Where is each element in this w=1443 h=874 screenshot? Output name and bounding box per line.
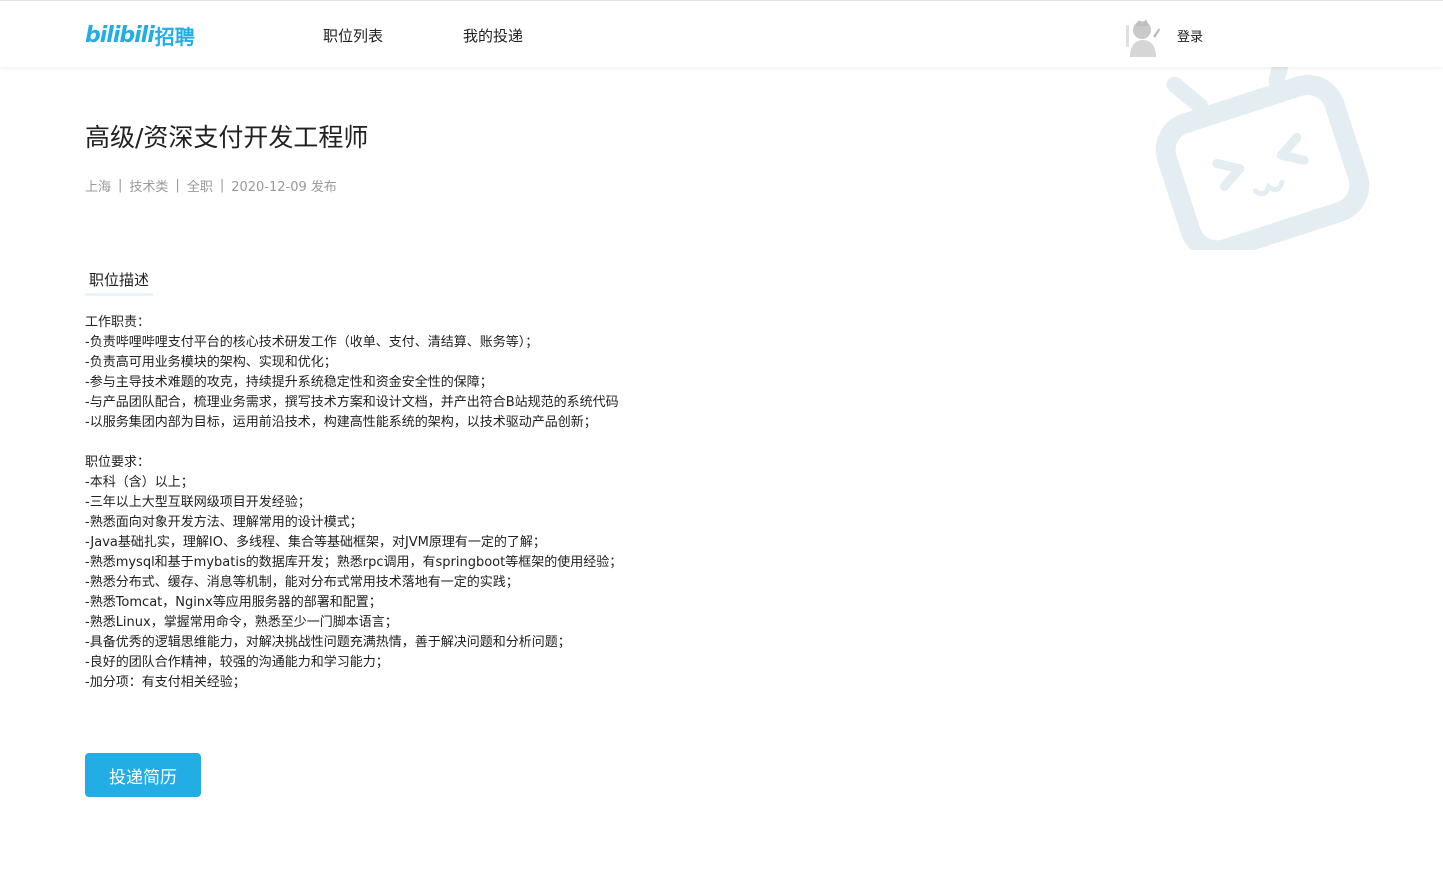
requirement-item: -Java基础扎实，理解IO、多线程、集合等基础框架，对JVM原理有一定的了解； xyxy=(85,535,546,550)
requirement-item: -良好的团队合作精神，较强的沟通能力和学习能力； xyxy=(85,655,389,670)
requirement-item: -具备优秀的逻辑思维能力，对解决挑战性问题充满热情，善于解决问题和分析问题； xyxy=(85,635,571,650)
meta-separator: | xyxy=(118,178,123,193)
responsibility-item: -负责高可用业务模块的架构、实现和优化； xyxy=(85,355,337,370)
requirement-item: -三年以上大型互联网级项目开发经验； xyxy=(85,495,311,510)
requirements-heading: 职位要求： xyxy=(85,455,151,470)
requirement-item: -熟悉分布式、缓存、消息等机制，能对分布式常用技术落地有一定的实践； xyxy=(85,575,519,590)
responsibility-item: -参与主导技术难题的攻克，持续提升系统稳定性和资金安全性的保障； xyxy=(85,375,493,390)
login-link[interactable]: 登录 xyxy=(1177,26,1203,45)
logo-suffix-text: 招聘 xyxy=(154,24,195,49)
responsibility-item: -负责哔哩哔哩支付平台的核心技术研发工作（收单、支付、清结算、账务等）； xyxy=(85,335,539,350)
nav-job-list[interactable]: 职位列表 xyxy=(323,25,383,46)
nav-my-applications[interactable]: 我的投递 xyxy=(463,25,523,46)
user-avatar-icon[interactable] xyxy=(1124,17,1162,57)
requirement-item: -熟悉面向对象开发方法、理解常用的设计模式； xyxy=(85,515,363,530)
requirement-item: -本科（含）以上； xyxy=(85,475,194,490)
job-published-date: 2020-12-09 发布 xyxy=(231,180,337,195)
submit-resume-button[interactable]: 投递简历 xyxy=(85,753,201,797)
logo-brand-text: bilibili xyxy=(85,22,155,48)
requirement-item: -加分项：有支付相关经验； xyxy=(85,675,246,690)
bilibili-recruit-logo[interactable]: bilibili 招聘 xyxy=(85,20,195,50)
meta-separator: | xyxy=(175,178,180,193)
requirement-item: -熟悉Tomcat，Nginx等应用服务器的部署和配置； xyxy=(85,595,382,610)
responsibility-item: -与产品团队配合，梳理业务需求，撰写技术方案和设计文档，并产出符合B站规范的系统… xyxy=(85,395,619,410)
job-type: 全职 xyxy=(186,180,213,195)
requirement-item: -熟悉Linux，掌握常用命令，熟悉至少一门脚本语言； xyxy=(85,615,398,630)
job-category: 技术类 xyxy=(129,180,169,195)
job-description: 工作职责： -负责哔哩哔哩支付平台的核心技术研发工作（收单、支付、清结算、账务等… xyxy=(85,313,725,693)
meta-separator: | xyxy=(219,178,225,193)
job-title: 高级/资深支付开发工程师 xyxy=(85,123,369,152)
responsibilities-heading: 工作职责： xyxy=(85,315,151,330)
requirement-item: -熟悉mysql和基于mybatis的数据库开发；熟悉rpc调用，有spring… xyxy=(85,555,623,570)
bilibili-tv-mascot-icon xyxy=(1155,50,1370,250)
job-meta: 上海 | 技术类 | 全职 | 2020-12-09 发布 xyxy=(85,176,337,195)
job-city: 上海 xyxy=(85,180,112,195)
section-title-job-description: 职位描述 xyxy=(85,266,154,296)
top-navbar: bilibili 招聘 职位列表 我的投递 登录 xyxy=(0,0,1443,67)
responsibility-item: -以服务集团内部为目标，运用前沿技术，构建高性能系统的架构，以技术驱动产品创新； xyxy=(85,415,597,430)
